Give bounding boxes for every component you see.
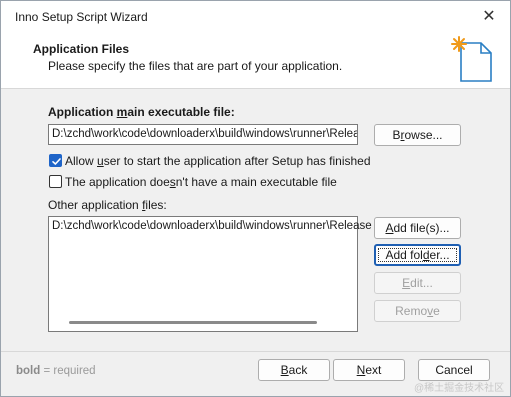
other-files-list[interactable]: D:\zchd\work\code\downloaderx\build\wind… <box>48 216 372 332</box>
main-exe-input[interactable]: D:\zchd\work\code\downloaderx\build\wind… <box>48 124 358 145</box>
allow-start-checkbox[interactable] <box>49 154 62 167</box>
allow-start-label[interactable]: Allow user to start the application afte… <box>65 154 371 168</box>
footer-divider <box>1 351 510 352</box>
page-title: Application Files <box>33 42 130 56</box>
checkmark-icon <box>52 158 61 165</box>
back-button[interactable]: Back <box>258 359 330 381</box>
window-title: Inno Setup Script Wizard <box>15 10 148 24</box>
horizontal-scrollbar[interactable] <box>69 321 317 324</box>
next-button[interactable]: Next <box>333 359 405 381</box>
remove-button[interactable]: Remo v e <box>374 300 461 322</box>
add-folder-button[interactable]: Add fol d er... <box>374 244 461 266</box>
required-hint: bold = required <box>16 365 96 377</box>
page-subtitle: Please specify the files that are part o… <box>48 59 343 73</box>
wizard-window: Inno Setup Script Wizard ✕ Application F… <box>0 0 511 397</box>
close-icon[interactable]: ✕ <box>474 3 504 29</box>
no-exe-checkbox[interactable] <box>49 175 62 188</box>
cancel-button[interactable]: Cancel <box>418 359 490 381</box>
add-files-button[interactable]: Add file(s)... <box>374 217 461 239</box>
watermark: @稀土掘金技术社区 <box>414 383 505 394</box>
title-bar: Inno Setup Script Wizard ✕ <box>1 1 510 33</box>
browse-button[interactable]: Br owse... <box>374 124 461 146</box>
edit-button[interactable]: Edit... <box>374 272 461 294</box>
list-item[interactable]: D:\zchd\work\code\downloaderx\build\wind… <box>52 220 372 232</box>
wizard-file-icon <box>451 36 492 82</box>
main-exe-label: Application main executable file: <box>48 105 235 119</box>
wizard-header: Application Files Please specify the fil… <box>1 33 510 89</box>
no-exe-label[interactable]: The application doesn't have a main exec… <box>65 175 337 189</box>
other-files-label: Other application files: <box>48 198 167 212</box>
